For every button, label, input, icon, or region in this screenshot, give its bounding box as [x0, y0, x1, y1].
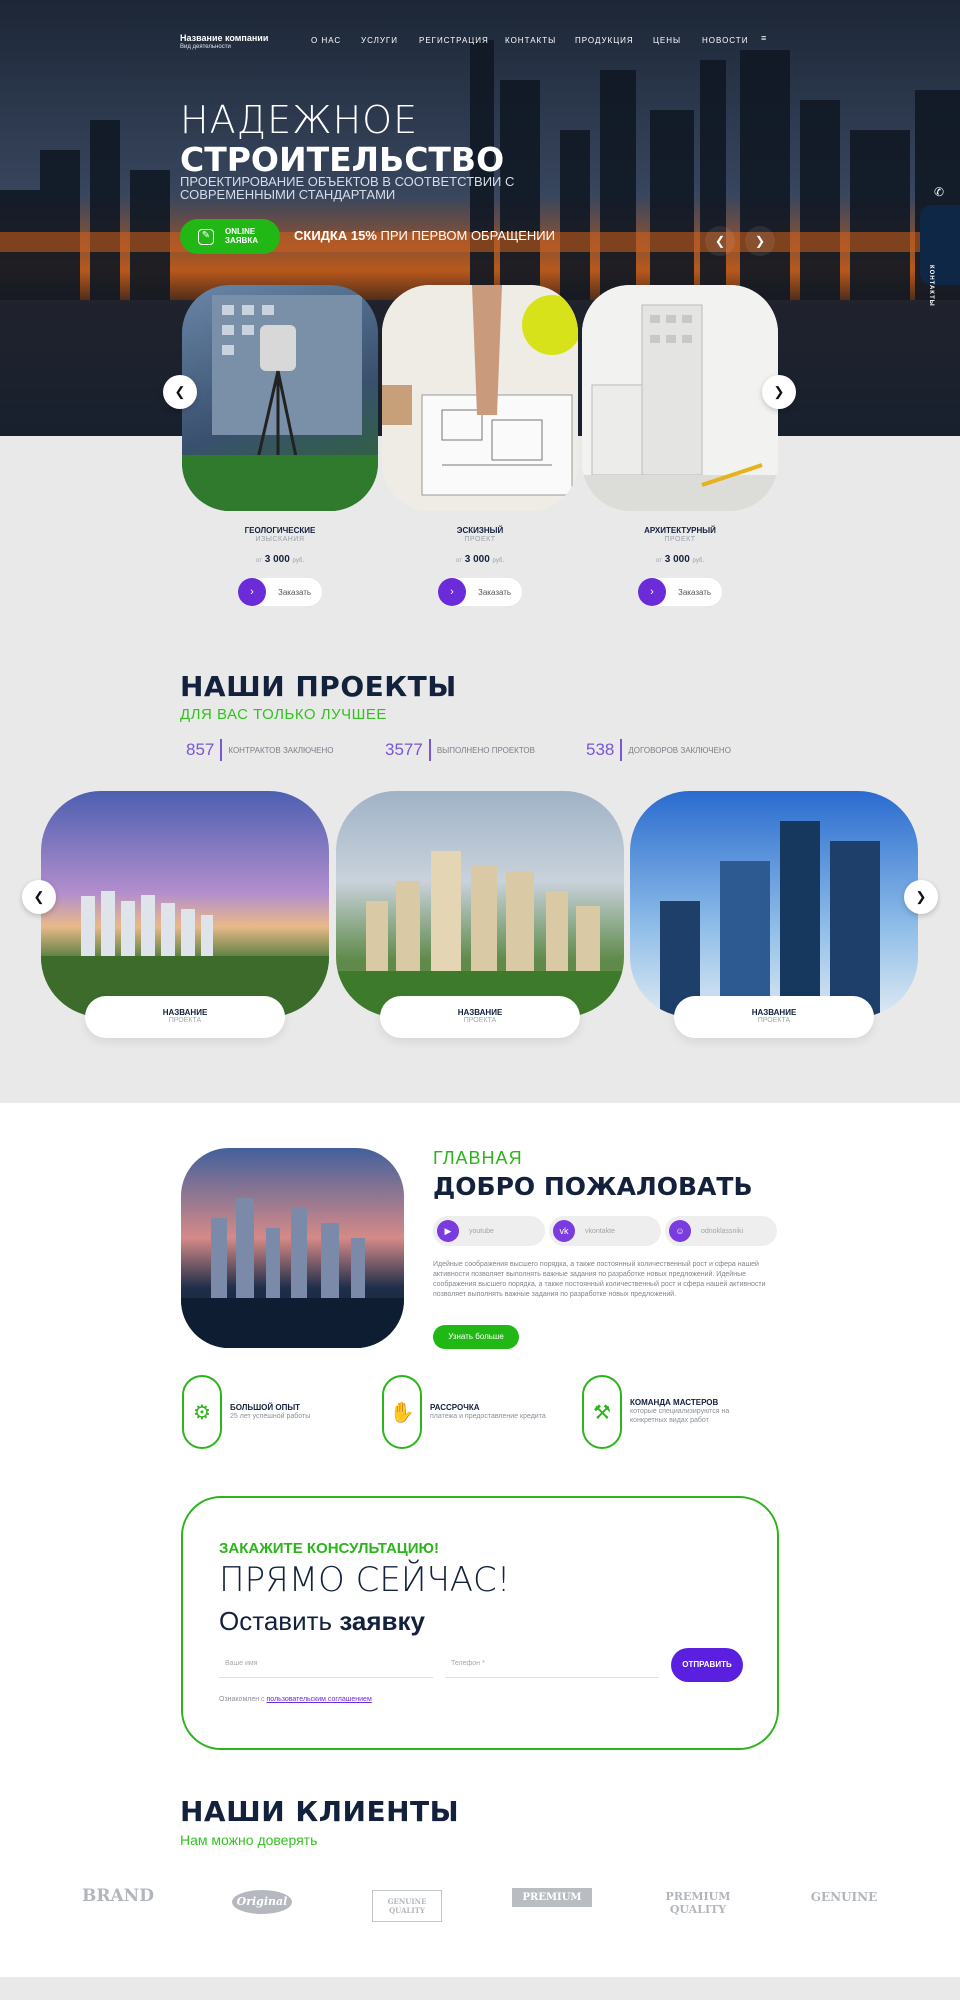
service-title: ЭСКИЗНЫЙ [456, 526, 504, 535]
feature-title: РАССРОЧКА [430, 1403, 480, 1412]
project-image[interactable] [630, 791, 918, 1017]
about-text: Идейные соображения высшего порядка, а т… [433, 1261, 766, 1298]
name-input[interactable]: Ваше имя [219, 1648, 433, 1678]
ok-icon: ☺ [669, 1220, 691, 1242]
stat-item: 857 КОНТРАКТОВ ЗАКЛЮЧЕНО [186, 739, 334, 761]
service-price: от 3 000 руб. [656, 554, 704, 565]
hero-next-arrow[interactable]: ❯ [745, 226, 775, 256]
project-caption: НАЗВАНИЕ ПРОЕКТА [85, 996, 285, 1038]
clients-subtitle: Нам можно доверять [180, 1832, 318, 1848]
order-button[interactable]: › Заказать [438, 578, 522, 606]
clients-title: НАШИ КЛИЕНТЫ [180, 1795, 460, 1828]
cta-title: ПРЯМО СЕЙЧАС! [219, 1560, 511, 1600]
projects-subtitle: ДЛЯ ВАС ТОЛЬКО ЛУЧШЕЕ [180, 706, 387, 723]
projects-next-arrow[interactable]: ❯ [904, 880, 938, 914]
project-caption: НАЗВАНИЕ ПРОЕКТА [380, 996, 580, 1038]
feature-title: БОЛЬШОЙ ОПЫТ [230, 1403, 301, 1412]
online-request-button[interactable]: ✎ ONLINE ЗАЯВКА [180, 219, 280, 254]
service-price: от 3 000 руб. [456, 554, 504, 565]
client-logo[interactable]: BRAND [82, 1886, 154, 1906]
projects-prev-arrow[interactable]: ❮ [22, 880, 56, 914]
nav-item-contacts[interactable]: КОНТАКТЫ [505, 36, 556, 45]
nav-item-services[interactable]: УСЛУГИ [361, 36, 398, 45]
hero-title-light: НАДЕЖНОЕ [180, 98, 419, 142]
service-card-image-sketch[interactable] [382, 285, 578, 511]
feature-title: КОМАНДА МАСТЕРОВ [630, 1398, 719, 1407]
service-subtitle: ПРОЕКТ [664, 536, 696, 543]
contacts-side-tab[interactable]: КОНТАКТЫ [920, 205, 960, 307]
project-image[interactable] [41, 791, 329, 1017]
vk-icon: vk [553, 1220, 575, 1242]
nav-item-prices[interactable]: ЦЕНЫ [653, 36, 681, 45]
company-name[interactable]: Название компании [180, 33, 268, 43]
team-icon: ⚒ [582, 1375, 622, 1449]
order-button[interactable]: › Заказать [638, 578, 722, 606]
stat-item: 3577 ВЫПОЛНЕНО ПРОЕКТОВ [385, 739, 535, 761]
client-logo[interactable]: PREMIUM QUALITY [644, 1890, 752, 1916]
edit-icon: ✎ [198, 229, 214, 245]
menu-icon[interactable]: ≡ [761, 34, 771, 43]
client-logo[interactable]: GENUINE QUALITY [372, 1890, 442, 1922]
service-subtitle: ПРОЕКТ [464, 536, 496, 543]
phone-icon[interactable]: ✆ [934, 185, 944, 199]
cta-line: Оставить заявку [219, 1606, 425, 1636]
service-card-image-geology[interactable] [182, 285, 378, 511]
client-logo[interactable]: Original [232, 1890, 292, 1914]
social-odnoklassniki[interactable]: ☺ odnoklassniki [665, 1216, 777, 1246]
services-prev-arrow[interactable]: ❮ [163, 375, 197, 409]
arrow-right-icon: › [638, 578, 666, 606]
blueprint-hands-image [382, 285, 578, 511]
hero-prev-arrow[interactable]: ❮ [705, 226, 735, 256]
arrow-right-icon: › [438, 578, 466, 606]
arrow-right-icon: › [238, 578, 266, 606]
submit-button[interactable]: ОТПРАВИТЬ [671, 1648, 743, 1682]
agreement-text: Ознакомлен с пользовательским соглашение… [219, 1696, 372, 1703]
client-logo[interactable]: GENUINE [808, 1890, 880, 1904]
consultation-form: ЗАКАЖИТЕ КОНСУЛЬТАЦИЮ! ПРЯМО СЕЙЧАС! Ост… [181, 1496, 779, 1750]
feature-text: платежа и предоставление кредита [430, 1413, 546, 1420]
cta-kicker: ЗАКАЖИТЕ КОНСУЛЬТАЦИЮ! [219, 1540, 439, 1557]
hero-subtitle: ПРОЕКТИРОВАНИЕ ОБЪЕКТОВ В СООТВЕТСТВИИ С… [180, 174, 515, 202]
order-button[interactable]: › Заказать [238, 578, 322, 606]
feature-text: которые специализируются на конкретных в… [630, 1408, 730, 1424]
services-next-arrow[interactable]: ❯ [762, 375, 796, 409]
stat-item: 538 ДОГОВОРОВ ЗАКЛЮЧЕНО [586, 739, 731, 761]
about-kicker: ГЛАВНАЯ [433, 1148, 523, 1168]
service-title: ГЕОЛОГИЧЕСКИЕ [244, 526, 316, 535]
service-title: АРХИТЕКТУРНЫЙ [644, 526, 716, 535]
service-subtitle: ИЗЫСКАНИЯ [255, 536, 305, 543]
nav-item-news[interactable]: НОВОСТИ [702, 36, 748, 45]
online-button-label: ONLINE ЗАЯВКА [225, 227, 258, 245]
building-model-image [582, 285, 778, 511]
youtube-icon: ▶ [437, 1220, 459, 1242]
service-card-image-architecture[interactable] [582, 285, 778, 511]
projects-title: НАШИ ПРОЕКТЫ [180, 670, 457, 703]
project-caption: НАЗВАНИЕ ПРОЕКТА [674, 996, 874, 1038]
installment-icon: ✋ [382, 1375, 422, 1449]
agreement-link[interactable]: пользовательским соглашением [267, 1696, 372, 1703]
nav-item-registration[interactable]: РЕГИСТРАЦИЯ [419, 36, 489, 45]
project-image[interactable] [336, 791, 624, 1017]
client-logo[interactable]: PREMIUM [512, 1888, 592, 1907]
social-youtube[interactable]: ▶ youtube [433, 1216, 545, 1246]
footer-strip [0, 1977, 960, 2000]
feature-text: 25 лет успешной работы [230, 1413, 311, 1420]
service-price: от 3 000 руб. [256, 554, 304, 565]
experience-icon: ⚙ [182, 1375, 222, 1449]
about-title: ДОБРО ПОЖАЛОВАТЬ [433, 1172, 753, 1201]
phone-input[interactable]: Телефон * [445, 1648, 659, 1678]
about-image [181, 1148, 404, 1348]
nav-item-products[interactable]: ПРОДУКЦИЯ [575, 36, 634, 45]
discount-text: СКИДКА 15% ПРИ ПЕРВОМ ОБРАЩЕНИИ [294, 228, 555, 243]
company-activity: Вид деятельности [180, 44, 231, 50]
social-vkontakte[interactable]: vk vkontakte [549, 1216, 661, 1246]
learn-more-button[interactable]: Узнать больше [433, 1325, 519, 1349]
nav-item-about[interactable]: О НАС [311, 36, 341, 45]
tripod-scanner-image [182, 295, 378, 511]
